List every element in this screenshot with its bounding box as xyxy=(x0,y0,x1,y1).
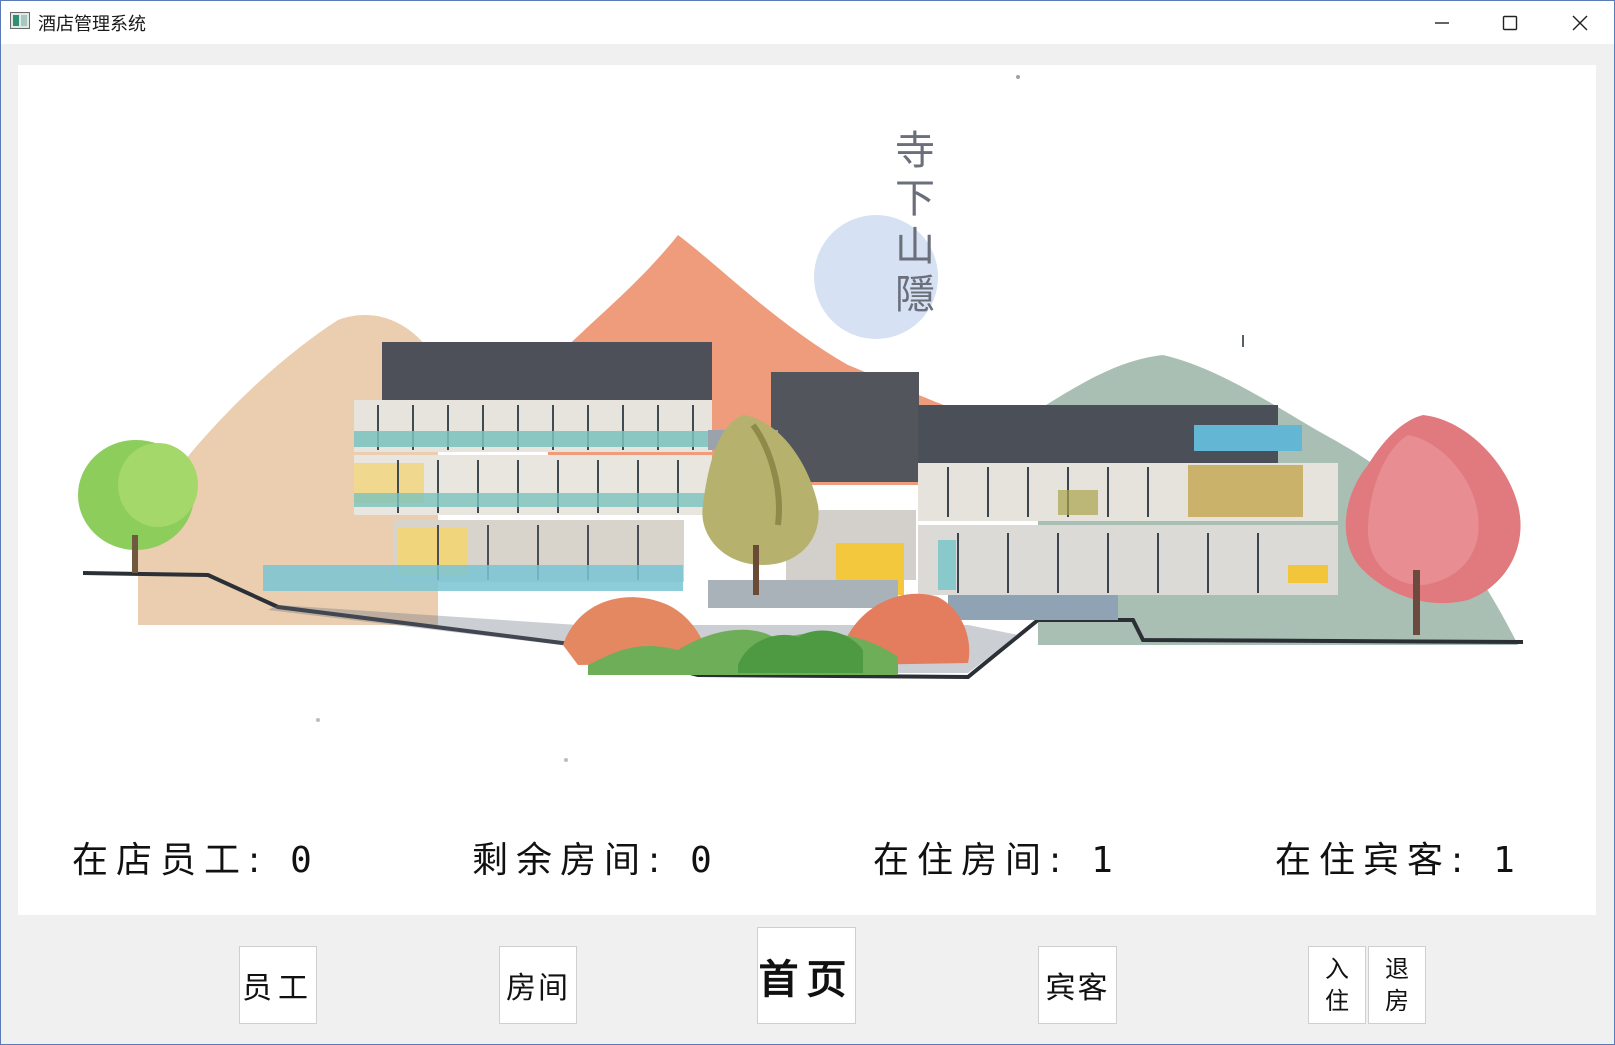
guests-nav-button[interactable]: 宾客 xyxy=(1038,946,1117,1024)
close-button[interactable] xyxy=(1546,1,1614,44)
window-title: 酒店管理系统 xyxy=(38,14,146,35)
maximize-button[interactable] xyxy=(1476,1,1544,44)
staff-nav-button[interactable]: 员工 xyxy=(239,946,317,1024)
hotel-hero-panel: 寺 下 山 隱 在店员工: 0 剩余房间: 0 在住房间: 1 在住宾客: 1 xyxy=(18,65,1596,915)
stat-value: 1 xyxy=(1493,840,1515,881)
close-icon xyxy=(1572,15,1588,30)
stat-label: 在住房间: xyxy=(873,840,1070,881)
stat-value: 0 xyxy=(690,840,712,881)
checkin-nav-button[interactable]: 入 住 xyxy=(1308,946,1366,1024)
stat-label: 剩余房间: xyxy=(472,840,669,881)
rooms-nav-button[interactable]: 房间 xyxy=(499,946,577,1024)
minimize-icon xyxy=(1435,21,1449,24)
app-window-icon xyxy=(10,12,30,29)
stat-staff-on-duty: 在店员工: 0 xyxy=(72,831,312,881)
maximize-icon xyxy=(1502,15,1518,30)
stat-rooms-occupied: 在住房间: 1 xyxy=(873,831,1113,881)
hotel-illustration xyxy=(78,75,1524,762)
stat-value: 0 xyxy=(290,840,312,881)
stat-label: 在住宾客: xyxy=(1275,840,1472,881)
title-bar: 酒店管理系统 xyxy=(1,1,1614,44)
app-window: 酒店管理系统 寺 下 山 隱 在店员工: 0 剩余房间: 0 在住房间: 1 在… xyxy=(0,0,1615,1045)
hotel-brand-vertical-title: 寺 下 山 隱 xyxy=(895,128,935,318)
home-nav-button[interactable]: 首页 xyxy=(757,927,856,1024)
stat-guests-in-house: 在住宾客: 1 xyxy=(1275,831,1515,881)
checkout-nav-button[interactable]: 退 房 xyxy=(1368,946,1426,1024)
minimize-button[interactable] xyxy=(1408,1,1476,44)
stat-value: 1 xyxy=(1091,840,1113,881)
stat-label: 在店员工: xyxy=(72,840,269,881)
stat-rooms-available: 剩余房间: 0 xyxy=(472,831,712,881)
